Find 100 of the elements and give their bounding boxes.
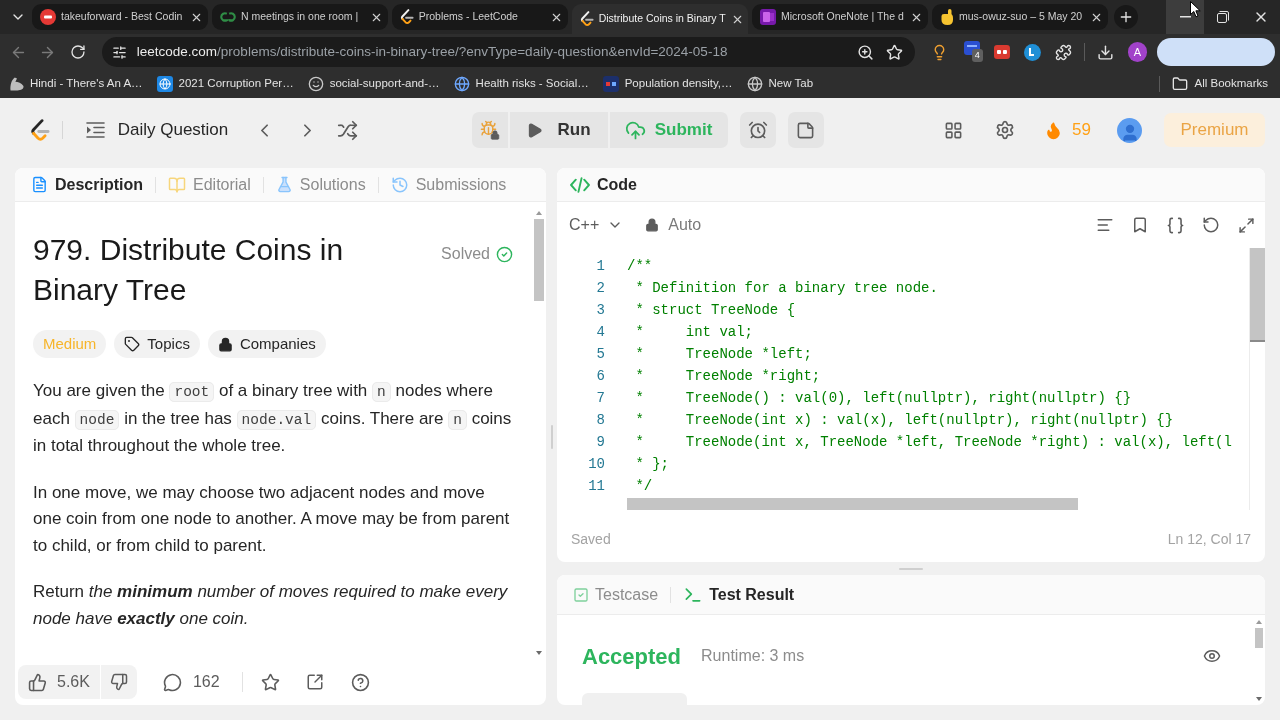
share-icon[interactable]: [305, 673, 324, 691]
browser-tab[interactable]: mus-owuz-suo – 5 May 20: [932, 4, 1108, 30]
thumbs-down-icon[interactable]: [109, 673, 128, 691]
logo-icon[interactable]: [30, 118, 50, 142]
tag-chip[interactable]: Topics: [114, 330, 200, 358]
bookmark-item[interactable]: 2021 Corruption Per…: [156, 75, 294, 93]
history-icon: [390, 175, 409, 194]
plus-icon: [1118, 9, 1134, 25]
star-icon[interactable]: [260, 672, 280, 692]
braces-icon[interactable]: [1166, 215, 1185, 235]
folder-icon: [1171, 76, 1188, 92]
line-number: 5: [596, 345, 605, 364]
avatar-icon[interactable]: [1117, 117, 1142, 143]
problem-description: Return the minimum number of moves required to make every node have exactly one coin.: [33, 581, 509, 630]
line-number: 1: [596, 257, 605, 276]
puzzle-icon[interactable]: [1054, 43, 1072, 61]
runtime-text: Runtime: 3 ms: [701, 646, 805, 666]
line-number: 9: [596, 433, 605, 452]
expand-icon[interactable]: [1238, 216, 1255, 234]
cursor-icon: [1190, 1, 1201, 18]
code-line: * TreeNode(int x, TreeNode *left, TreeNode *right) : val(x), left(l: [634, 433, 1232, 452]
code-line: * TreeNode(int x) : val(x), left(nullptr), right(nullptr) {}: [634, 411, 1174, 430]
extension-icon[interactable]: [993, 45, 1010, 59]
alarm-clock-icon: [747, 120, 768, 140]
eye-icon[interactable]: [1203, 647, 1221, 665]
minimize-button[interactable]: [1166, 0, 1204, 34]
comment-icon: [162, 672, 182, 692]
grid-icon[interactable]: [944, 120, 964, 140]
debug-button[interactable]: [471, 112, 508, 148]
line-number: 7: [596, 389, 605, 408]
bookmark-item[interactable]: Hindi - There's An A…: [10, 75, 143, 93]
zoom-in-icon[interactable]: [856, 43, 874, 61]
note-icon: [796, 120, 815, 140]
address-bar[interactable]: leetcode.com/problems/distribute-coins-in-binary-tree/?envType=daily-question&envId=2024-05-18: [101, 37, 915, 67]
resize-handle[interactable]: [550, 424, 553, 449]
star-icon[interactable]: [885, 43, 903, 61]
document-icon: [31, 176, 48, 193]
browser-tab[interactable]: Microsoft OneNote | The d: [752, 4, 928, 30]
download-icon[interactable]: [1096, 43, 1114, 61]
code-line: * struct TreeNode {: [634, 301, 796, 320]
help-icon[interactable]: [350, 672, 370, 692]
panel-title: Code: [597, 174, 637, 195]
problem-title: 979. Distribute Coins in Binary Tree: [33, 232, 345, 308]
toolbar-button[interactable]: [1157, 38, 1275, 66]
line-number: 6: [596, 367, 605, 386]
bookmark-item[interactable]: Population density,…: [602, 75, 733, 93]
problem-list-button[interactable]: Daily Question: [85, 117, 229, 143]
bookmark-item[interactable]: social-support-and-…: [307, 75, 440, 93]
bug-lock-icon: [479, 120, 500, 140]
resize-handle[interactable]: [899, 567, 923, 570]
restore-icon[interactable]: [1217, 11, 1229, 23]
code-line: * TreeNode *left;: [634, 345, 812, 364]
browser-tab[interactable]: N meetings in one room |: [212, 4, 388, 30]
code-line: */: [634, 477, 653, 496]
tag-icon: [124, 336, 141, 352]
browser-tab[interactable]: Problems - LeetCode: [392, 4, 568, 30]
logo-icon: [760, 9, 776, 25]
save-status: Saved: [571, 530, 611, 549]
comments-button[interactable]: 162: [162, 670, 220, 694]
cloud-upload-icon: [624, 119, 646, 141]
timer-button[interactable]: [739, 112, 776, 148]
code-line: * TreeNode() : val(0), left(nullptr), right(nullptr) {}: [634, 389, 1132, 408]
bookmark-icon[interactable]: [1131, 216, 1149, 234]
bookmark-item[interactable]: New Tab: [746, 75, 814, 93]
notes-button[interactable]: [787, 112, 824, 148]
logo-icon: [40, 9, 56, 25]
shuffle-icon[interactable]: [337, 119, 359, 141]
all-bookmarks-button[interactable]: All Bookmarks: [1171, 75, 1268, 93]
browser-tab[interactable]: Distribute Coins in Binary T: [572, 4, 748, 34]
line-number: 11: [588, 477, 605, 496]
profile-avatar[interactable]: A: [1127, 42, 1148, 62]
new-tab-button[interactable]: [1114, 5, 1138, 29]
extension-icon[interactable]: [1023, 43, 1041, 61]
line-number: 4: [596, 323, 605, 342]
tag-chip[interactable]: Companies: [207, 330, 326, 358]
browser-tab[interactable]: takeuforward - Best Codin: [32, 4, 208, 30]
panel-tab[interactable]: Description: [31, 172, 143, 197]
align-left-icon[interactable]: [1096, 216, 1114, 234]
line-number: 3: [596, 301, 605, 320]
line-number: 2: [596, 279, 605, 298]
sliders-icon[interactable]: [111, 44, 127, 60]
reload-icon[interactable]: [69, 44, 86, 60]
like-button[interactable]: 5.6K: [18, 665, 100, 699]
panel-tab[interactable]: Test Result: [683, 582, 795, 607]
logo-icon: [602, 76, 619, 92]
undo-icon[interactable]: [1202, 216, 1220, 234]
bookmark-item[interactable]: Health risks - Social…: [453, 75, 589, 93]
checkbox-icon: [573, 586, 589, 603]
mode-button[interactable]: Auto: [645, 213, 702, 237]
difficulty-tag: Medium: [33, 330, 107, 358]
thumbs-up-icon: [28, 672, 47, 692]
book-icon: [168, 175, 186, 194]
run-button[interactable]: Run: [509, 112, 608, 148]
logo-icon: [400, 9, 414, 25]
language-select[interactable]: C++: [569, 213, 624, 237]
globe-icon: [746, 76, 763, 92]
minimize-icon: [1179, 16, 1191, 18]
settings-icon[interactable]: [995, 120, 1016, 140]
list-icon: [85, 122, 105, 138]
solved-status: Solved: [441, 244, 490, 264]
